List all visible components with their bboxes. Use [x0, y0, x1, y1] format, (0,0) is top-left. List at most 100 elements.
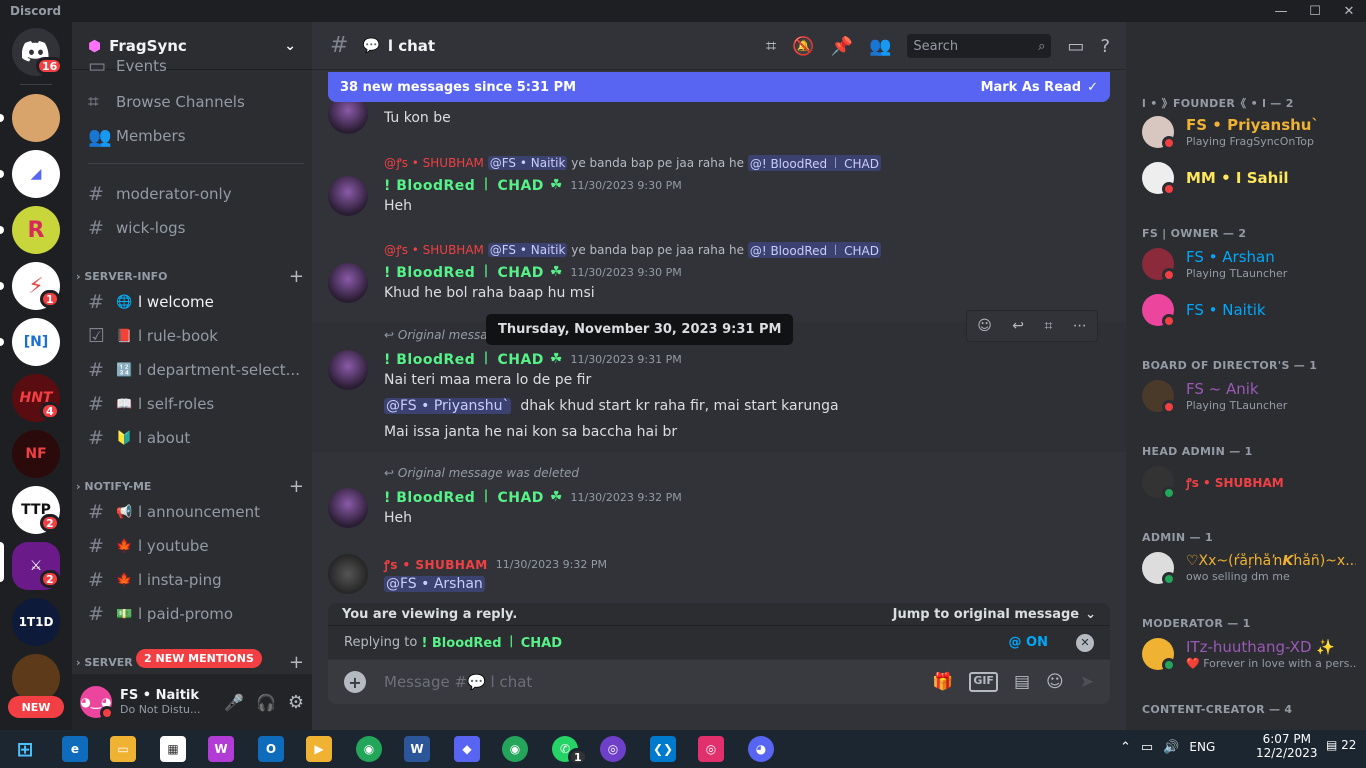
mark-as-read-button[interactable]: Mark As Read	[981, 80, 1082, 95]
search-input[interactable]: Search ⌕	[907, 34, 1052, 58]
channel-self-roles[interactable]: # 📖 l self-roles	[80, 388, 304, 420]
category-server-info[interactable]: › SERVER-INFO +	[76, 266, 304, 287]
close-reply-icon[interactable]: ✕	[1076, 633, 1094, 652]
notification-mute-icon[interactable]: 🔕	[792, 36, 814, 57]
add-channel-icon[interactable]: +	[289, 652, 304, 673]
gear-icon[interactable]: ⚙	[288, 692, 304, 713]
reply-preview[interactable]: @ꝭs • SHUBHAM @FS • Naitik ye banda bap …	[384, 154, 881, 171]
maximize-button[interactable]: ☐	[1298, 0, 1332, 22]
avatar[interactable]	[328, 488, 368, 528]
channel-paid-promo[interactable]: # 💵 l paid-promo	[80, 598, 304, 630]
username[interactable]: ! BloodRed ꒐ CHAD	[384, 263, 544, 281]
more-icon[interactable]: ⋯	[1073, 318, 1087, 334]
jump-to-original-button[interactable]: Jump to original message	[893, 607, 1079, 622]
category-notify-me[interactable]: › NOTIFY-ME +	[76, 476, 304, 497]
reply-preview[interactable]: ↩ Original messa	[384, 328, 488, 342]
store-icon[interactable]: ▦	[160, 736, 186, 762]
avatar[interactable]	[328, 176, 368, 216]
username[interactable]: ! BloodRed ꒐ CHAD	[384, 176, 544, 194]
new-mentions-button[interactable]: 2 NEW MENTIONS	[136, 649, 262, 668]
mention[interactable]: @FS • Priyanshu`	[384, 398, 512, 414]
network-icon[interactable]: ▭	[1141, 740, 1153, 755]
channel-rule-book[interactable]: ☑ 📕 l rule-book	[80, 320, 304, 352]
avatar[interactable]	[328, 350, 368, 390]
mention[interactable]: @FS • Naitik	[487, 155, 568, 170]
word-icon[interactable]: W	[404, 736, 430, 762]
channel-insta-ping[interactable]: # 🍁 l insta-ping	[80, 564, 304, 596]
server-icon-7[interactable]: NF	[12, 430, 60, 478]
copilot-icon[interactable]: ◆	[454, 736, 480, 762]
close-button[interactable]: ✕	[1332, 0, 1366, 22]
server-icon-2[interactable]: ◢	[12, 150, 60, 198]
github-icon[interactable]: ◎	[600, 736, 626, 762]
channel-announcement[interactable]: # 📢 l announcement	[80, 496, 304, 528]
username[interactable]: ! BloodRed ꒐ CHAD	[384, 488, 544, 506]
notification-center[interactable]: ▤ 22	[1326, 738, 1356, 752]
app-icon[interactable]: W	[208, 736, 234, 762]
new-messages-bar[interactable]: 38 new messages since 5:31 PM Mark As Re…	[328, 72, 1110, 102]
inbox-icon[interactable]: ▭	[1067, 36, 1084, 57]
chrome-profile-icon[interactable]: ◉	[502, 736, 528, 762]
events-link[interactable]: ▭ Events	[80, 58, 304, 74]
reply-preview[interactable]: ↩ Original message was deleted	[384, 466, 579, 480]
member-item[interactable]: FS • Arshan Playing TLauncher	[1142, 242, 1362, 286]
clock[interactable]: 6:07 PM 12/2/2023	[1256, 732, 1318, 760]
deafen-icon[interactable]: 🎧	[256, 693, 276, 712]
mention[interactable]: @FS • Naitik	[487, 242, 568, 257]
outlook-icon[interactable]: O	[258, 736, 284, 762]
server-icon-1[interactable]	[12, 94, 60, 142]
message-composer[interactable]: + Message #💬 l chat 🎁 GIF ▤ ☺ ➤	[328, 660, 1110, 704]
gift-icon[interactable]: 🎁	[932, 672, 953, 692]
server-icon-5[interactable]: [N]	[12, 318, 60, 366]
mention-toggle[interactable]: @ ON	[1009, 635, 1048, 650]
emoji-icon[interactable]: ☺	[1046, 672, 1064, 692]
create-thread-icon[interactable]: ⌗	[1044, 318, 1052, 334]
language-indicator[interactable]: ENG	[1189, 740, 1215, 755]
add-reaction-icon[interactable]: ☺	[977, 318, 992, 334]
avatar[interactable]: ◕‿◕	[80, 686, 114, 720]
members-link[interactable]: 👥 Members	[80, 120, 304, 152]
chevron-up-icon[interactable]: ⌃	[1120, 740, 1131, 755]
mention[interactable]: @FS • Arshan	[384, 576, 485, 592]
member-item[interactable]: ꝭs • SHUBHAM	[1142, 460, 1362, 504]
attach-icon[interactable]: +	[344, 671, 366, 693]
minimize-button[interactable]: —	[1264, 0, 1298, 22]
username[interactable]: ! BloodRed ꒐ CHAD	[384, 350, 544, 368]
mention[interactable]: @! BloodRed ꒐ CHAD	[747, 154, 881, 171]
member-item[interactable]: MM • I Sahil	[1142, 156, 1362, 200]
chrome-icon[interactable]: ◉	[356, 736, 382, 762]
member-item[interactable]: FS ~ Anik Playing TLauncher	[1142, 374, 1362, 418]
instagram-icon[interactable]: ◎	[698, 736, 724, 762]
reply-icon[interactable]: ↩	[1012, 318, 1024, 334]
channel-youtube[interactable]: # 🍁 l youtube	[80, 530, 304, 562]
member-item[interactable]: FS • Priyanshu` Playing FragSyncOnTop	[1142, 110, 1362, 154]
channel-department-select[interactable]: # 🔢 l department-select...	[80, 354, 304, 386]
media-icon[interactable]: ▶	[306, 736, 332, 762]
channel-moderator-only[interactable]: # moderator-only	[80, 178, 304, 210]
gif-icon[interactable]: GIF	[969, 672, 998, 692]
discord-taskbar-icon[interactable]: ◕	[748, 736, 774, 762]
avatar[interactable]	[328, 554, 368, 594]
server-icon-10[interactable]	[12, 654, 60, 702]
channel-welcome[interactable]: # 🌐 l welcome	[80, 286, 304, 318]
server-icon-9[interactable]: 1T1D	[12, 598, 60, 646]
help-icon[interactable]: ?	[1100, 36, 1110, 57]
mention[interactable]: @! BloodRed ꒐ CHAD	[747, 241, 881, 258]
vscode-icon[interactable]: ❮❯	[650, 736, 676, 762]
add-channel-icon[interactable]: +	[289, 266, 304, 287]
edge-icon[interactable]: e	[62, 736, 88, 762]
threads-icon[interactable]: ⌗	[766, 36, 776, 57]
member-item[interactable]: FS • Naitik	[1142, 288, 1362, 332]
mute-icon[interactable]: 🎤	[224, 693, 244, 712]
send-icon[interactable]: ➤	[1080, 672, 1094, 692]
volume-icon[interactable]: 🔊	[1163, 740, 1179, 755]
windows-start-icon[interactable]: ⊞	[12, 736, 38, 762]
member-item[interactable]: ITz-huuthang-XD ✨ ❤️ Forever in love with…	[1142, 632, 1362, 676]
pin-icon[interactable]: 📌	[831, 36, 853, 57]
username[interactable]: ꝭs • SHUBHAM	[384, 556, 488, 573]
member-item[interactable]: ♡Xx~(ŕåŗĥåŉ𝙆ĥåñ)~x... owo selling dm me	[1142, 546, 1362, 590]
add-channel-icon[interactable]: +	[289, 476, 304, 497]
message-input[interactable]: Message #💬 l chat	[384, 673, 532, 691]
file-explorer-icon[interactable]: ▭	[110, 736, 136, 762]
channel-about[interactable]: # 🔰 l about	[80, 422, 304, 454]
